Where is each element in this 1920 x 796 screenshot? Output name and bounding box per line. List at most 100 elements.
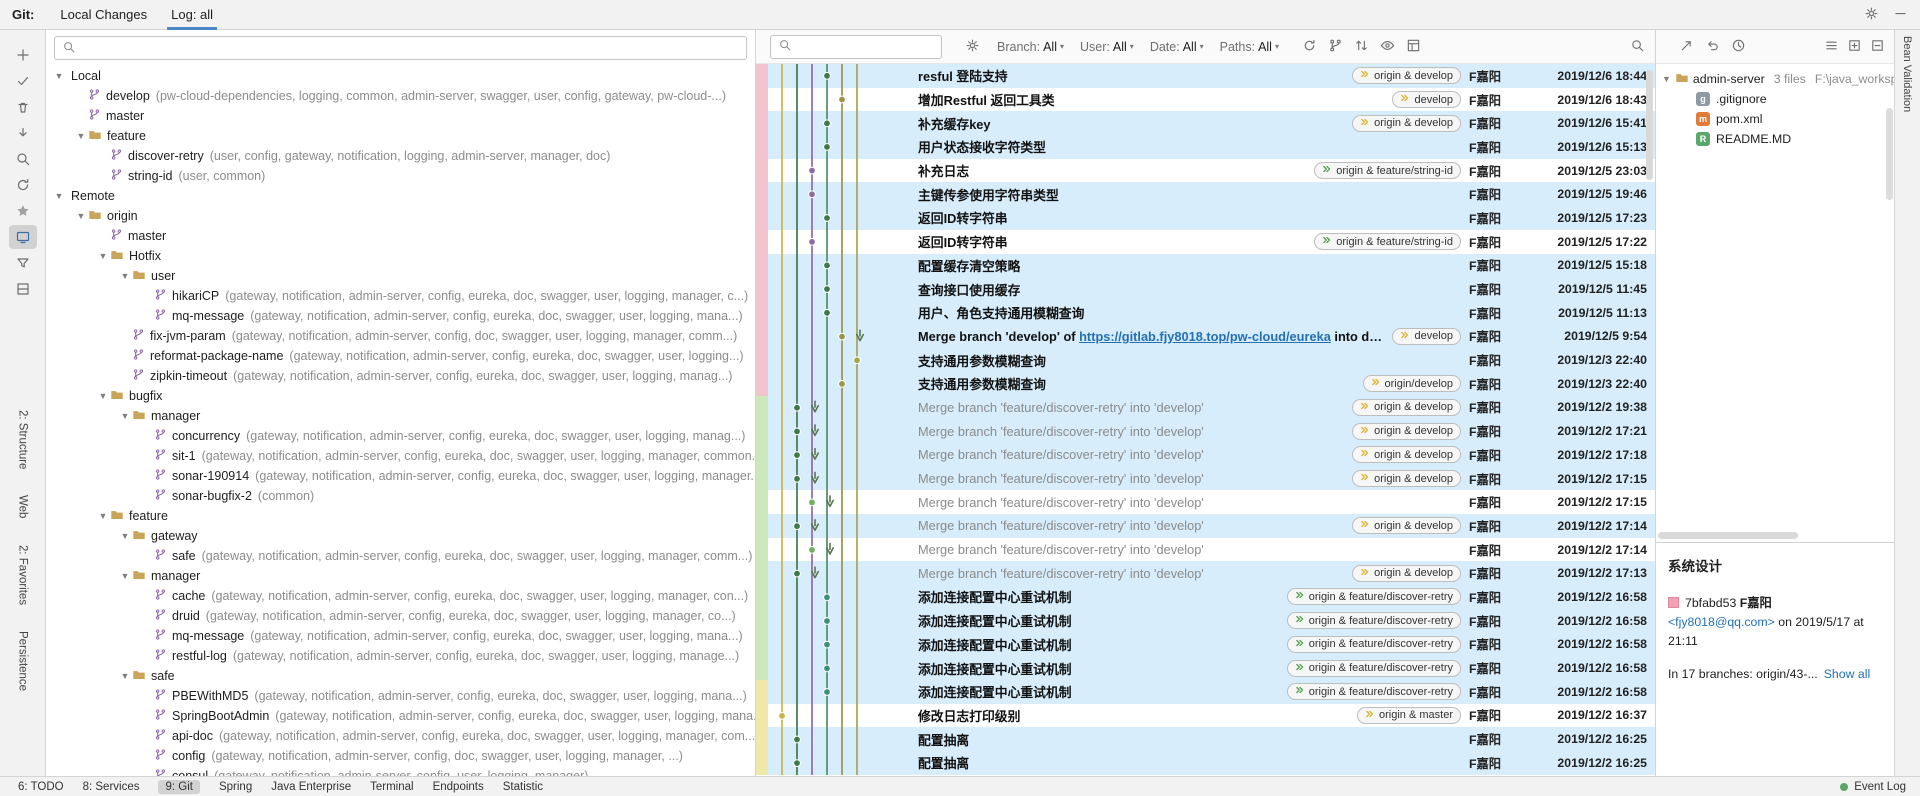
gear-button[interactable] [965, 38, 980, 56]
branch-tree-item[interactable]: druid(gateway, notification, admin-serve… [46, 606, 755, 626]
minus-button[interactable] [1893, 6, 1908, 24]
branch-label[interactable]: origin & master [1357, 707, 1461, 724]
branch-tree-item[interactable]: restful-log(gateway, notification, admin… [46, 646, 755, 666]
commit-row[interactable]: 配置缓存清空策略F嘉阳2019/12/5 15:18 [756, 254, 1655, 278]
chevron-down-icon[interactable]: ▼ [118, 271, 132, 281]
branch-tree-item[interactable]: sit-1(gateway, notification, admin-serve… [46, 446, 755, 466]
gear-button[interactable] [1864, 6, 1879, 24]
branch-tree-item[interactable]: mq-message(gateway, notification, admin-… [46, 306, 755, 326]
changed-file-row[interactable]: RREADME.MD [1656, 129, 1894, 149]
branch-button[interactable] [1328, 38, 1343, 56]
branch-tree-item[interactable]: consul(gateway, notification, admin-serv… [46, 766, 755, 776]
tool-window-button-web[interactable]: Web [17, 495, 29, 518]
branch-label[interactable]: origin/develop [1363, 375, 1462, 392]
commit-row[interactable]: 配置抽离F嘉阳2019/12/2 16:25 [756, 751, 1655, 775]
branch-tree-item[interactable]: ▼user [46, 266, 755, 286]
branch-tree-item[interactable]: ▼manager [46, 566, 755, 586]
statusbar-item-java-enterprise[interactable]: Java Enterprise [271, 781, 351, 793]
branch-label[interactable]: origin & feature/string-id [1314, 233, 1461, 250]
tool-window-button-2-structure[interactable]: 2: Structure [17, 410, 29, 469]
statusbar-item-statistic[interactable]: Statistic [503, 781, 543, 793]
statusbar-item-9-git[interactable]: 9: Git [158, 780, 199, 794]
filter-tool-button[interactable] [9, 251, 37, 275]
commit-row[interactable]: Merge branch 'feature/discover-retry' in… [756, 490, 1655, 514]
commit-row[interactable]: 主键传参使用字符串类型F嘉阳2019/12/5 19:46 [756, 182, 1655, 206]
chevron-down-icon[interactable]: ▼ [118, 411, 132, 421]
commit-row[interactable]: 用户状态接收字符类型F嘉阳2019/12/6 15:13 [756, 135, 1655, 159]
search-button[interactable] [1630, 38, 1645, 56]
search-tool-button[interactable] [9, 147, 37, 171]
chevron-down-icon[interactable]: ▼ [96, 391, 110, 401]
branch-tree-item[interactable]: cache(gateway, notification, admin-serve… [46, 586, 755, 606]
branch-tree-item[interactable]: mq-message(gateway, notification, admin-… [46, 626, 755, 646]
branch-tree-item[interactable]: ▼Remote [46, 186, 755, 206]
branch-tree-item[interactable]: ▼feature [46, 506, 755, 526]
branch-tree-item[interactable]: api-doc(gateway, notification, admin-ser… [46, 726, 755, 746]
commit-row[interactable]: 补充缓存keyorigin & developF嘉阳2019/12/6 15:4… [756, 111, 1655, 135]
branch-label[interactable]: origin & develop [1352, 115, 1461, 132]
commit-row[interactable]: Merge branch 'feature/discover-retry' in… [756, 561, 1655, 585]
changed-file-row[interactable]: mpom.xml [1656, 109, 1894, 129]
branch-label[interactable]: origin & feature/discover-retry [1287, 588, 1461, 605]
files-vertical-scrollbar[interactable] [1886, 108, 1893, 200]
commit-row[interactable]: 返回ID转字符串origin & feature/string-idF嘉阳201… [756, 230, 1655, 254]
branch-tree-item[interactable]: ▼gateway [46, 526, 755, 546]
grid-button[interactable] [1406, 38, 1421, 56]
log-search-box[interactable] [770, 35, 942, 59]
chevron-down-icon[interactable]: ▼ [1662, 74, 1671, 84]
commit-row[interactable]: Merge branch 'feature/discover-retry' in… [756, 419, 1655, 443]
commit-row[interactable]: 修改日志打印级别origin & masterF嘉阳2019/12/2 16:3… [756, 704, 1655, 728]
chevron-down-icon[interactable]: ▼ [96, 511, 110, 521]
commit-row[interactable]: 添加连接配置中心重试机制origin & feature/discover-re… [756, 585, 1655, 609]
commit-row[interactable]: resful 登陆支持origin & developF嘉阳2019/12/6 … [756, 64, 1655, 88]
statusbar-item-6-todo[interactable]: 6: TODO [18, 781, 64, 793]
statusbar-item-terminal[interactable]: Terminal [370, 781, 413, 793]
commit-row[interactable]: 添加连接配置中心重试机制origin & feature/discover-re… [756, 609, 1655, 633]
plus-tool-button[interactable] [9, 43, 37, 67]
commit-message-link[interactable]: https://gitlab.fjy8018.top/pw-cloud/eure… [1079, 329, 1331, 344]
branch-label[interactable]: origin & develop [1352, 423, 1461, 440]
jump-button[interactable] [1679, 38, 1694, 56]
branch-tree-item[interactable]: concurrency(gateway, notification, admin… [46, 426, 755, 446]
tab-log-all[interactable]: Log: all [159, 0, 225, 30]
commit-row[interactable]: Merge branch 'develop' of https://gitlab… [756, 325, 1655, 349]
branch-tree-item[interactable]: SpringBootAdmin(gateway, notification, a… [46, 706, 755, 726]
branch-tree-item[interactable]: ▼Hotfix [46, 246, 755, 266]
undo-button[interactable] [1705, 38, 1720, 56]
branch-tree-item[interactable]: sonar-bugfix-2(common) [46, 486, 755, 506]
files-horizontal-scrollbar[interactable] [1658, 532, 1798, 539]
log-scrollbar[interactable] [1646, 70, 1653, 180]
dock-tool-button[interactable] [9, 277, 37, 301]
eye-button[interactable] [1380, 38, 1395, 56]
branch-label[interactable]: origin & feature/discover-retry [1287, 683, 1461, 700]
branch-tree-item[interactable]: ▼origin [46, 206, 755, 226]
chevron-down-icon[interactable]: ▼ [118, 571, 132, 581]
branch-tree-item[interactable]: ▼Local [46, 66, 755, 86]
chevron-down-icon[interactable]: ▼ [52, 191, 66, 201]
branch-tree-item[interactable]: master [46, 106, 755, 126]
commit-row[interactable]: Merge branch 'feature/discover-retry' in… [756, 396, 1655, 420]
branch-tree-item[interactable]: ▼manager [46, 406, 755, 426]
chevron-down-icon[interactable]: ▼ [74, 211, 88, 221]
branch-label[interactable]: origin & develop [1352, 565, 1461, 582]
commit-row[interactable]: Merge branch 'feature/discover-retry' in… [756, 538, 1655, 562]
tool-window-button-persistence[interactable]: Persistence [17, 631, 29, 691]
list-button[interactable] [1824, 38, 1839, 56]
branch-label[interactable]: origin & develop [1352, 470, 1461, 487]
check-tool-button[interactable] [9, 69, 37, 93]
branch-tree-item[interactable]: ▼safe [46, 666, 755, 686]
branch-label[interactable]: origin & develop [1352, 67, 1461, 84]
chevron-down-icon[interactable]: ▼ [118, 671, 132, 681]
branch-label[interactable]: origin & feature/discover-retry [1287, 636, 1461, 653]
filter-user[interactable]: User:All▾ [1080, 40, 1134, 54]
branch-label[interactable]: origin & develop [1352, 399, 1461, 416]
branch-tree-item[interactable]: ▼feature [46, 126, 755, 146]
chevron-down-icon[interactable]: ▼ [74, 131, 88, 141]
filter-date[interactable]: Date:All▾ [1150, 40, 1204, 54]
statusbar-item-endpoints[interactable]: Endpoints [433, 781, 484, 793]
branch-label[interactable]: develop [1392, 91, 1461, 108]
branch-tree-item[interactable]: config(gateway, notification, admin-serv… [46, 746, 755, 766]
branch-tree-item[interactable]: fix-jvm-param(gateway, notification, adm… [46, 326, 755, 346]
branch-label[interactable]: origin & feature/discover-retry [1287, 660, 1461, 677]
expand-button[interactable] [1847, 38, 1862, 56]
